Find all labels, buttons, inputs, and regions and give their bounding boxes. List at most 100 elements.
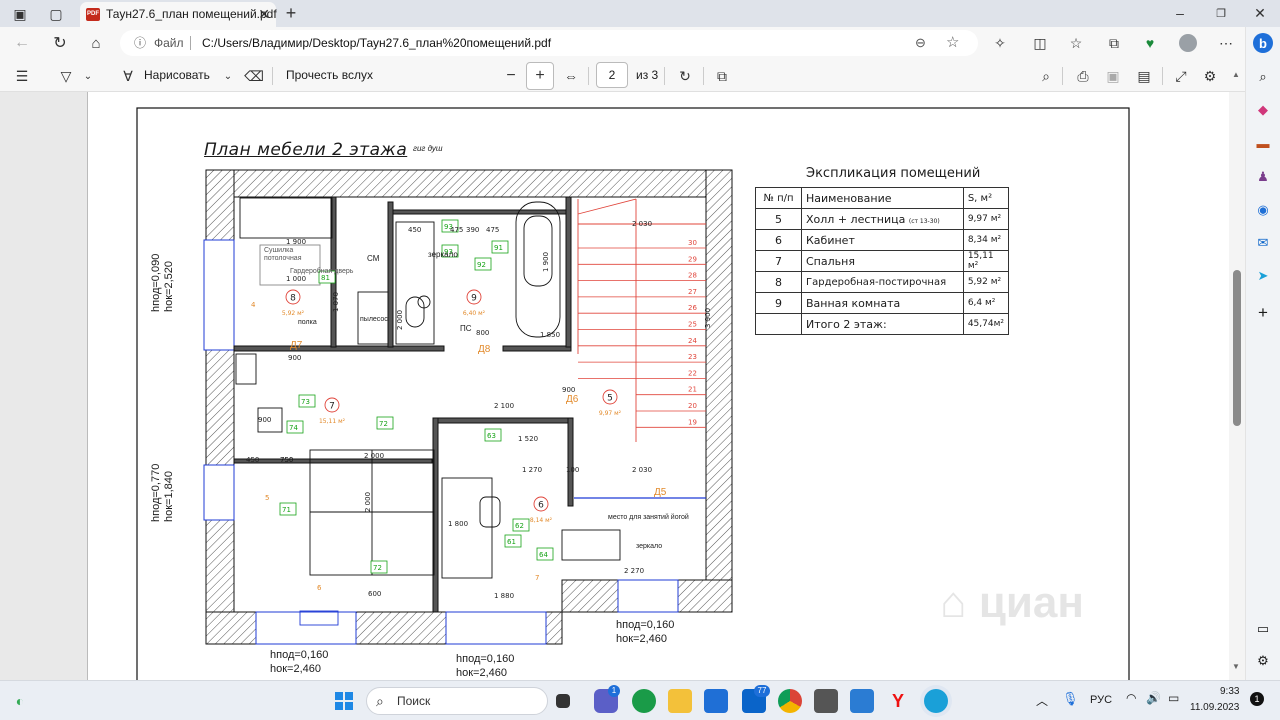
dimension-label: 1 900 [286,238,306,246]
outlook-icon[interactable]: ✉ [1253,233,1273,253]
dimension-label: 900 [288,354,301,362]
dimension-label: 900 [562,386,575,394]
table-row: 5 Холл + лестница (ст 13-30) 9,97 м² [755,208,1010,230]
yandex-browser-icon[interactable]: Y [886,689,910,713]
scrollbar-thumb[interactable] [1233,270,1241,426]
wifi-icon[interactable]: ◠ [1126,691,1136,705]
dimension-label: 1 800 [448,520,468,528]
sidebar-layout-icon[interactable]: ▭ [1253,619,1273,639]
row-name: Гардеробная-постирочная [801,271,964,293]
refresh-icon[interactable]: ↻ [50,33,70,53]
split-screen-icon[interactable]: ◫ [1030,33,1050,53]
dimension-label: 1 000 [286,275,306,283]
header-area: S, м² [962,187,1010,209]
favorites-icon[interactable]: ☆ [1066,33,1086,53]
microsoft-store-icon[interactable] [704,689,728,713]
save-icon[interactable]: ▣ [1103,66,1123,86]
stair-step-number: 21 [688,386,697,394]
vertical-scrollbar[interactable]: ▲ ▼ [1229,70,1245,680]
favorite-star-icon[interactable]: ☆ [946,30,959,56]
fit-page-icon[interactable]: ⇔ [561,66,581,86]
page-number-input[interactable]: 2 [596,62,628,88]
contents-icon[interactable]: ☰ [12,66,32,86]
games-icon[interactable]: ♟ [1253,167,1273,187]
hok-bottom-2: hок=2,460 [456,667,507,679]
search-icon[interactable]: ⌕ [1036,66,1056,86]
address-divider [190,36,191,50]
start-menu-icon[interactable] [332,689,356,713]
search-placeholder: Поиск [397,694,431,708]
dimension-label: 1 520 [518,435,538,443]
microphone-icon[interactable]: 🎙 [1062,691,1079,707]
search-icon[interactable]: ⌕ [1253,67,1273,87]
highlight-icon[interactable]: ▽ [56,66,76,86]
app-green-icon[interactable] [632,689,656,713]
new-tab-icon[interactable]: + [281,3,301,23]
weather-widget-icon[interactable]: ◐ [8,689,32,713]
collections-icon[interactable]: ⧉ [1104,33,1124,53]
draw-icon[interactable]: ∀ [118,66,138,86]
volume-icon[interactable]: 🔊 [1146,691,1161,705]
extensions-icon[interactable]: ✧ [990,33,1010,53]
more-menu-icon[interactable]: ⋯ [1216,33,1236,53]
door-d7: Д7 [290,340,303,351]
pdf-viewer[interactable]: 30 29 28 27 26 25 24 23 22 21 20 19 93 9… [0,92,1245,680]
address-bar[interactable]: ⓘ Файл C:/Users/Владимир/Desktop/Таун27.… [120,30,978,56]
window-height-left-1: hпод=0,090 hок=2,520 [150,232,176,312]
back-icon[interactable]: ← [12,33,32,53]
tab-actions-icon[interactable]: ▢ [46,4,66,24]
zoom-icon[interactable]: ⊖ [915,30,926,56]
draw-button[interactable]: Нарисовать [144,68,210,82]
browser-essentials-icon[interactable]: ♥ [1140,33,1160,53]
save-as-icon[interactable]: ▤ [1134,66,1154,86]
hpod-bottom-3: hпод=0,160 [616,619,675,631]
clock-date[interactable]: 11.09.2023 [1190,702,1239,713]
furniture-tag-number: 81 [321,274,330,282]
row-area: 9,97 м² [962,208,1010,230]
tools-briefcase-icon[interactable]: ▬ [1253,133,1273,153]
rotate-icon[interactable]: ↻ [675,66,695,86]
zoom-out-icon[interactable]: − [501,66,521,86]
chrome-icon[interactable] [778,689,802,713]
microsoft365-icon[interactable]: ◉ [1253,200,1273,220]
copilot-icon[interactable]: b [1253,33,1273,53]
stair-step-number: 27 [688,288,697,296]
file-explorer-icon[interactable] [668,689,692,713]
todo-icon[interactable] [850,689,874,713]
page-view-icon[interactable]: ⧉ [712,66,732,86]
task-view-icon[interactable] [556,694,570,708]
sidebar-settings-icon[interactable]: ⚙ [1253,651,1273,671]
fullscreen-icon[interactable]: ⤢ [1171,66,1191,86]
room-number: 8 [290,294,296,304]
home-icon[interactable]: ⌂ [86,33,106,53]
add-sidebar-app-icon[interactable]: + [1253,303,1273,323]
battery-icon[interactable]: ▭ [1168,691,1179,705]
close-tab-icon[interactable]: ✕ [258,2,270,27]
chevron-down-icon[interactable]: ⌄ [80,66,96,86]
scroll-down-icon[interactable]: ▼ [1232,662,1240,671]
read-aloud-button[interactable]: Прочесть вслух [286,68,373,82]
shopping-tag-icon[interactable]: ◆ [1253,100,1273,120]
calculator-icon[interactable] [814,689,838,713]
profile-avatar-icon[interactable] [1178,33,1198,53]
eraser-icon[interactable]: ⌫ [244,66,264,86]
taskbar-search-box[interactable]: ⌕ Поиск [366,687,548,715]
edge-icon[interactable] [924,689,948,713]
minimize-icon[interactable]: – [1170,3,1190,23]
scroll-up-icon[interactable]: ▲ [1232,70,1240,79]
zoom-in-icon[interactable]: + [526,62,554,90]
clock-time[interactable]: 9:33 [1220,686,1239,697]
workspaces-icon[interactable]: ▣ [10,4,30,24]
info-icon[interactable]: ⓘ [134,30,146,56]
settings-gear-icon[interactable]: ⚙ [1200,66,1220,86]
print-icon[interactable]: ⎙ [1073,66,1093,86]
close-window-icon[interactable]: ✕ [1250,3,1270,23]
chevron-down-icon[interactable]: ⌄ [220,66,236,86]
drop-icon[interactable]: ➤ [1253,266,1273,286]
tray-chevron-icon[interactable]: ︿ [1036,692,1048,709]
notification-badge[interactable]: 1 [1250,692,1264,706]
room-area: 15,11 м² [319,418,346,425]
maximize-icon[interactable]: ❐ [1211,3,1231,23]
language-indicator[interactable]: РУС [1090,694,1112,706]
tab-pdf-document[interactable]: PDF Таун27.6_план помещений.pdf ✕ [80,2,277,27]
